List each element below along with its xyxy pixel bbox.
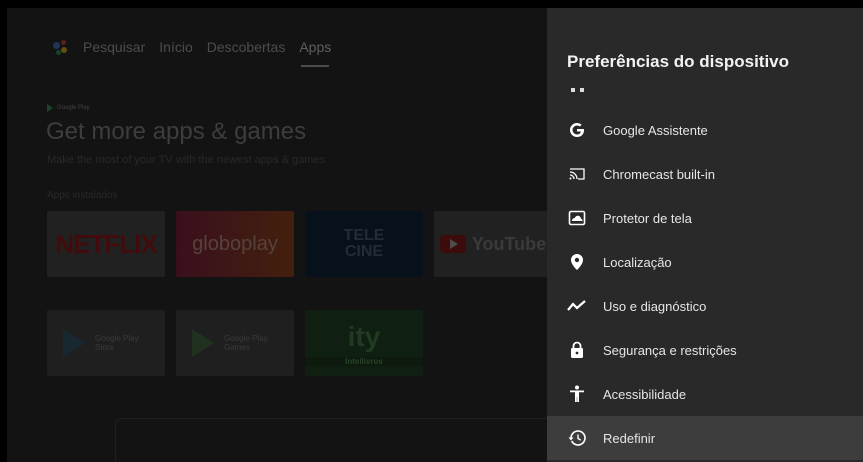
app-tile-ity[interactable]: ity Intellivros — [305, 310, 423, 376]
menu-item-google-assistant[interactable]: Google Assistente — [547, 108, 863, 152]
nav-apps[interactable]: Apps — [299, 39, 331, 67]
lock-icon — [567, 340, 587, 360]
google-play-icon — [47, 104, 53, 112]
menu-item-screensaver[interactable]: Protetor de tela — [547, 196, 863, 240]
hero-subtitle: Make the most of your TV with the newest… — [47, 154, 325, 166]
menu-item-chromecast[interactable]: Chromecast built-in — [547, 152, 863, 196]
cast-icon — [567, 164, 587, 184]
menu-item-accessibility[interactable]: Acessibilidade — [547, 372, 863, 416]
google-play-badge: Google Play — [47, 104, 90, 112]
menu-item-reset[interactable]: Redefinir — [547, 416, 863, 460]
preferences-menu: Google Assistente Chromecast built-in Pr… — [547, 108, 863, 460]
menu-item-usage-diagnostics[interactable]: Uso e diagnóstico — [547, 284, 863, 328]
nav-home[interactable]: Início — [159, 39, 192, 55]
history-icon — [567, 428, 587, 448]
nav-search[interactable]: Pesquisar — [83, 39, 145, 55]
app-tile-play-store[interactable]: Google Play Store — [47, 310, 165, 376]
device-preferences-panel: Preferências do dispositivo Google Assis… — [547, 8, 863, 462]
google-g-icon — [567, 120, 587, 140]
app-tile-globoplay[interactable]: globoplay — [176, 211, 294, 277]
installed-apps-label: Apps instalados — [47, 190, 118, 201]
hero-title: Get more apps & games — [46, 118, 307, 145]
app-tile-netflix[interactable]: NETFLIX — [47, 211, 165, 277]
location-pin-icon — [567, 252, 587, 272]
panel-title: Preferências do dispositivo — [567, 52, 790, 71]
bottom-card — [115, 418, 557, 462]
play-store-icon — [63, 329, 85, 357]
menu-item-location[interactable]: Localização — [547, 240, 863, 284]
top-nav: Pesquisar Início Descobertas Apps — [51, 38, 331, 67]
youtube-play-icon — [439, 235, 466, 253]
app-tile-play-games[interactable]: Google Play Games — [176, 310, 294, 376]
partial-item-icon — [571, 88, 585, 93]
google-assistant-icon[interactable] — [51, 38, 69, 56]
accessibility-icon — [567, 384, 587, 404]
trend-icon — [567, 296, 587, 316]
screensaver-icon — [567, 208, 587, 228]
play-games-icon — [192, 329, 214, 357]
nav-discover[interactable]: Descobertas — [207, 39, 286, 55]
menu-item-security[interactable]: Segurança e restrições — [547, 328, 863, 372]
app-tile-telecine[interactable]: TELE CINE — [305, 211, 423, 277]
app-tile-youtube[interactable]: YouTube — [434, 211, 552, 277]
